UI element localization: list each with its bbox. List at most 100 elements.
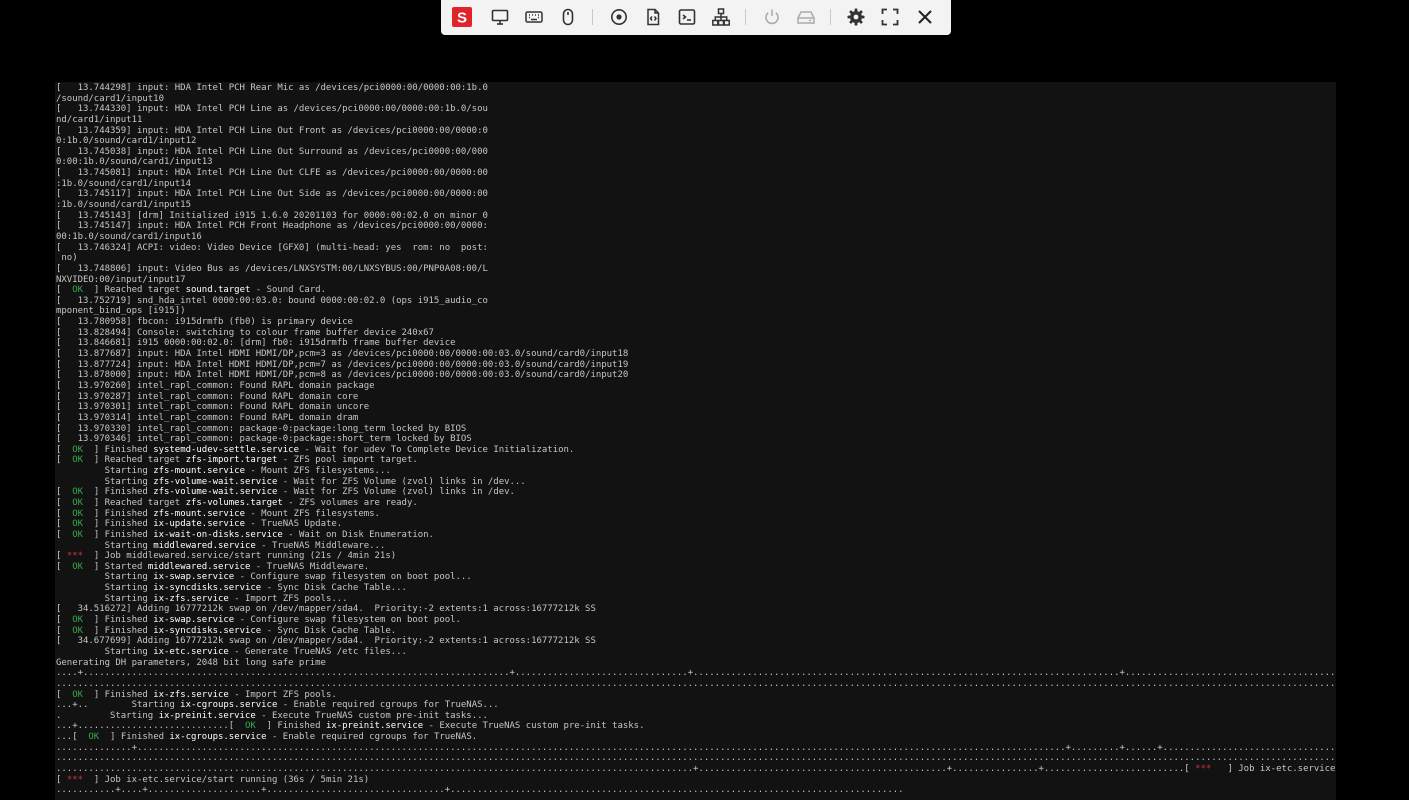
unit-name: zfs-mount.service bbox=[153, 466, 245, 477]
unit-name: zfs-volume-wait.service bbox=[153, 487, 278, 498]
console-text: ] Finished bbox=[255, 721, 326, 732]
console-text: ] Finished bbox=[83, 508, 154, 519]
console-line: [ 13.745038] input: HDA Intel PCH Line O… bbox=[56, 147, 1336, 158]
display-icon[interactable] bbox=[487, 4, 513, 30]
console-text: [ 13.970314] intel_rapl_common: Found RA… bbox=[56, 412, 359, 423]
gear-icon[interactable] bbox=[843, 4, 869, 30]
console-text: [ 13.878000] input: HDA Intel HDMI HDMI/… bbox=[56, 370, 629, 381]
console-text: [ 13.828494] Console: switching to colou… bbox=[56, 327, 434, 338]
ok-status: OK bbox=[72, 487, 84, 498]
console-text: ] Finished bbox=[83, 487, 154, 498]
keyboard-icon[interactable] bbox=[521, 4, 547, 30]
console-line: ...[ OK ] Finished ix-cgroups.service - … bbox=[56, 732, 1336, 743]
console-text: 0:00:1b.0/sound/card1/input13 bbox=[56, 157, 213, 168]
console-line: [ 13.970301] intel_rapl_common: Found RA… bbox=[56, 402, 1336, 413]
console-text: 00:1b.0/sound/card1/input16 bbox=[56, 231, 202, 242]
console-text: - Sync Disk Cache Table. bbox=[261, 625, 397, 636]
console-text: ...........+....+.....................+.… bbox=[56, 785, 904, 796]
ok-status: OK bbox=[72, 529, 84, 540]
app-logo-icon[interactable]: S bbox=[449, 4, 475, 30]
console-text: [ 13.970287] intel_rapl_common: Found RA… bbox=[56, 391, 359, 402]
console-text: [ 13.780958] fbcon: i915drmfb (fb0) is p… bbox=[56, 317, 353, 328]
console-line: 00:1b.0/sound/card1/input16 bbox=[56, 232, 1336, 243]
unit-name: ix-cgroups.service bbox=[169, 732, 267, 743]
console-text: Starting bbox=[56, 583, 154, 594]
console-line: ........................................… bbox=[56, 753, 1336, 764]
console-line: [ 13.970260] intel_rapl_common: Found RA… bbox=[56, 381, 1336, 392]
console-text: [ bbox=[56, 529, 73, 540]
console-screen[interactable]: [ 13.744298] input: HDA Intel PCH Rear M… bbox=[55, 82, 1336, 800]
console-text: no) bbox=[56, 253, 78, 264]
console-text: [ 13.745143] [drm] Initialized i915 1.6.… bbox=[56, 210, 488, 221]
console-line: [ 13.745143] [drm] Initialized i915 1.6.… bbox=[56, 211, 1336, 222]
console-text: - Configure swap filesystem on boot pool… bbox=[234, 615, 461, 626]
console-line: [ 13.744330] input: HDA Intel PCH Line a… bbox=[56, 104, 1336, 115]
console-text: - Wait for udev To Complete Device Initi… bbox=[298, 444, 575, 455]
script-icon[interactable] bbox=[640, 4, 666, 30]
console-text: - Configure swap filesystem on boot pool… bbox=[234, 572, 472, 583]
console-text: - Sync Disk Cache Table... bbox=[261, 583, 407, 594]
unit-name: middlewared.service bbox=[147, 561, 251, 572]
console-text: ] Job middlewared.service/start running … bbox=[83, 551, 397, 562]
ok-status: OK bbox=[72, 497, 84, 508]
terminal-icon[interactable] bbox=[674, 4, 700, 30]
network-icon[interactable] bbox=[708, 4, 734, 30]
console-text: ...[ bbox=[56, 732, 89, 743]
console-text: [ 13.748806] input: Video Bus as /device… bbox=[56, 263, 488, 274]
console-line: Starting zfs-mount.service - Mount ZFS f… bbox=[56, 466, 1336, 477]
console-text: - Sound Card. bbox=[250, 285, 326, 296]
console-text: [ bbox=[56, 519, 73, 530]
console-line: Starting ix-swap.service - Configure swa… bbox=[56, 572, 1336, 583]
console-line: [ 13.745147] input: HDA Intel PCH Front … bbox=[56, 221, 1336, 232]
unit-name: ix-preinit.service bbox=[158, 710, 256, 721]
console-line: [ OK ] Started middlewared.service - Tru… bbox=[56, 562, 1336, 573]
unit-name: zfs-mount.service bbox=[153, 508, 245, 519]
console-text: [ 13.745038] input: HDA Intel PCH Line O… bbox=[56, 146, 488, 157]
console-text: - TrueNAS Middleware... bbox=[255, 540, 386, 551]
console-text: NXVIDEO:00/input/input17 bbox=[56, 274, 186, 285]
toolbar-divider bbox=[592, 9, 593, 25]
console-text: [ 13.744359] input: HDA Intel PCH Line O… bbox=[56, 125, 488, 136]
fullscreen-icon[interactable] bbox=[877, 4, 903, 30]
mouse-icon[interactable] bbox=[555, 4, 581, 30]
console-text: ] Job ix-etc.service/start running bbox=[1227, 764, 1336, 774]
console-output: [ 13.744298] input: HDA Intel PCH Rear M… bbox=[56, 83, 1336, 796]
console-line: 0:00:1b.0/sound/card1/input13 bbox=[56, 157, 1336, 168]
console-text: [ bbox=[56, 561, 73, 572]
console-text: ..............+.........................… bbox=[56, 742, 1336, 753]
console-text: - Execute TrueNAS custom pre-init tasks. bbox=[423, 721, 645, 732]
console-text: [ 34.677699] Adding 16777212k swap on /d… bbox=[56, 636, 596, 647]
console-line: [ 13.746324] ACPI: video: Video Device [… bbox=[56, 243, 1336, 254]
unit-name: sound.target bbox=[185, 285, 251, 296]
console-text: [ 13.744330] input: HDA Intel PCH Line a… bbox=[56, 104, 488, 115]
console-text: [ bbox=[56, 497, 73, 508]
console-line: ..............+.........................… bbox=[56, 743, 1336, 754]
console-line: [ 13.744359] input: HDA Intel PCH Line O… bbox=[56, 126, 1336, 137]
console-line: ....+...................................… bbox=[56, 668, 1336, 679]
unit-name: middlewared.service bbox=[153, 540, 256, 551]
console-line: [ OK ] Reached target zfs-import.target … bbox=[56, 455, 1336, 466]
console-text: - Wait on Disk Enumeration. bbox=[282, 529, 434, 540]
console-line: [ 13.752719] snd_hda_intel 0000:00:03.0:… bbox=[56, 296, 1336, 307]
console-line: NXVIDEO:00/input/input17 bbox=[56, 275, 1336, 286]
unit-name: ix-zfs.service bbox=[153, 593, 229, 604]
close-icon[interactable] bbox=[912, 4, 938, 30]
unit-name: ix-update.service bbox=[153, 519, 245, 530]
console-line: [ 13.828494] Console: switching to colou… bbox=[56, 328, 1336, 339]
disc-icon[interactable] bbox=[606, 4, 632, 30]
console-line: ...........+....+.....................+.… bbox=[56, 785, 1336, 796]
console-line: Starting middlewared.service - TrueNAS M… bbox=[56, 541, 1336, 552]
unit-name: ix-wait-on-disks.service bbox=[153, 529, 283, 540]
console-text: [ 13.970346] intel_rapl_common: package-… bbox=[56, 434, 472, 445]
console-text: [ 13.970330] intel_rapl_common: package-… bbox=[56, 423, 467, 434]
console-text: - Enable required cgroups for TrueNAS... bbox=[277, 700, 499, 711]
console-text: :1b.0/sound/card1/input15 bbox=[56, 200, 191, 211]
unit-name: zfs-volume-wait.service bbox=[153, 476, 278, 487]
unit-name: zfs-volumes.target bbox=[185, 497, 283, 508]
console-text: - Import ZFS pools... bbox=[228, 593, 348, 604]
console-text: [ 13.746324] ACPI: video: Video Device [… bbox=[56, 242, 488, 253]
job-spinner: *** bbox=[66, 551, 84, 562]
console-line: Starting ix-syncdisks.service - Sync Dis… bbox=[56, 583, 1336, 594]
console-text: ] Finished bbox=[83, 625, 154, 636]
console-line: [ 13.970287] intel_rapl_common: Found RA… bbox=[56, 392, 1336, 403]
